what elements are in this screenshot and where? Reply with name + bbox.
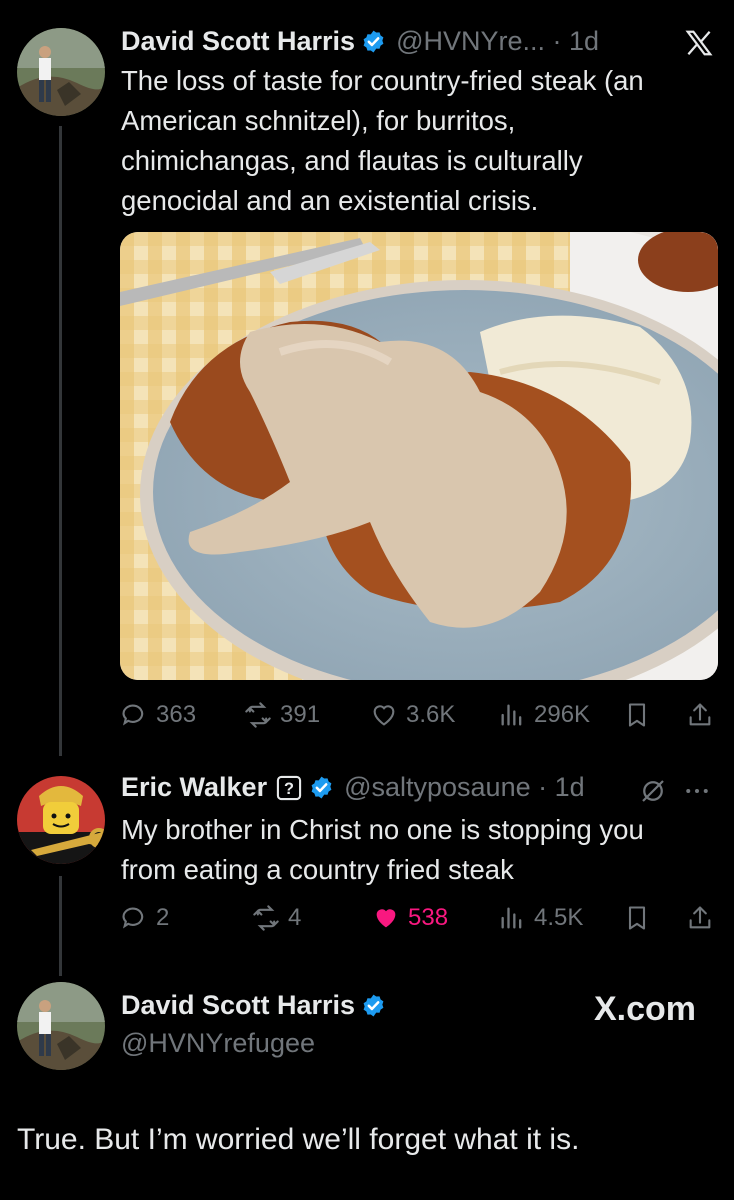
tweet-text-line: chimichangas, and flautas is culturally <box>121 145 583 176</box>
svg-text:?: ? <box>284 779 294 797</box>
like-count: 3.6K <box>406 701 456 728</box>
tweet-text-line: American schnitzel), for burritos, <box>121 105 516 136</box>
views-count: 296K <box>534 701 591 728</box>
repost-icon <box>245 702 271 728</box>
share-button[interactable] <box>686 904 714 932</box>
author-name[interactable]: David Scott Harris <box>121 26 355 57</box>
verified-badge-icon <box>311 776 332 799</box>
reply-count: 363 <box>156 701 197 728</box>
share-button[interactable] <box>686 701 714 729</box>
thread-line <box>59 876 62 976</box>
bookmark-icon <box>628 906 646 930</box>
repost-icon <box>253 905 279 931</box>
views-button[interactable]: 4.5K <box>498 904 583 932</box>
reply-button[interactable]: 2 <box>120 904 169 932</box>
tweet-text-line: My brother in Christ no one is stopping … <box>121 814 644 845</box>
thread-line <box>59 126 62 756</box>
author-handle-time[interactable]: @saltyposaune · 1d <box>344 772 585 803</box>
tweet-text: True. But I’m worried we’ll forget what … <box>17 1123 580 1156</box>
grok-icon[interactable] <box>638 776 668 811</box>
views-icon <box>501 704 522 726</box>
verified-badge-icon <box>363 994 384 1017</box>
repost-button[interactable]: 4 <box>252 904 301 932</box>
author-handle-time[interactable]: @HVNYre... · 1d <box>396 26 599 57</box>
views-icon <box>501 907 522 929</box>
tweet-actions: 2 4 538 4.5K <box>120 901 720 935</box>
author-handle[interactable]: @HVNYrefugee <box>121 1028 315 1059</box>
tweet-image[interactable] <box>120 232 718 680</box>
like-button[interactable]: 3.6K <box>370 701 455 729</box>
author-avatar[interactable] <box>17 982 105 1070</box>
reply-icon <box>122 907 144 929</box>
author-avatar[interactable] <box>17 28 105 116</box>
share-icon <box>689 906 711 929</box>
tweet-text: My brother in Christ no one is stopping … <box>121 810 721 890</box>
reply-icon <box>122 704 144 726</box>
more-icon[interactable] <box>682 776 712 811</box>
author-name[interactable]: Eric Walker <box>121 772 267 803</box>
bookmark-button[interactable] <box>623 701 651 729</box>
reply-count: 2 <box>156 904 170 931</box>
reply-button[interactable]: 363 <box>120 701 196 729</box>
views-button[interactable]: 296K <box>498 701 590 729</box>
tweet-text: The loss of taste for country-fried stea… <box>121 61 721 221</box>
share-icon <box>689 703 711 726</box>
verified-badge-icon <box>363 30 384 53</box>
tweet-text-line: from eating a country fried steak <box>121 854 514 885</box>
tweet-text-line: genocidal and an existential crisis. <box>121 185 539 216</box>
tweet-actions: 363 391 3.6K 296K <box>120 698 720 732</box>
bookmark-icon <box>628 703 646 727</box>
author-name[interactable]: David Scott Harris <box>121 990 355 1021</box>
like-icon <box>376 909 396 928</box>
repost-count: 4 <box>288 904 302 931</box>
views-count: 4.5K <box>534 904 584 931</box>
like-icon <box>373 705 395 726</box>
repost-button[interactable]: 391 <box>244 701 320 729</box>
like-button[interactable]: 538 <box>372 904 448 932</box>
x-com-brand: X.com <box>594 990 697 1028</box>
repost-count: 391 <box>280 701 321 728</box>
like-count: 538 <box>408 904 449 931</box>
bookmark-button[interactable] <box>623 904 651 932</box>
x-logo-icon[interactable] <box>682 28 716 58</box>
tweet-text-line: The loss of taste for country-fried stea… <box>121 65 644 96</box>
author-avatar[interactable] <box>17 776 105 864</box>
help-box-icon: ? <box>276 775 302 800</box>
